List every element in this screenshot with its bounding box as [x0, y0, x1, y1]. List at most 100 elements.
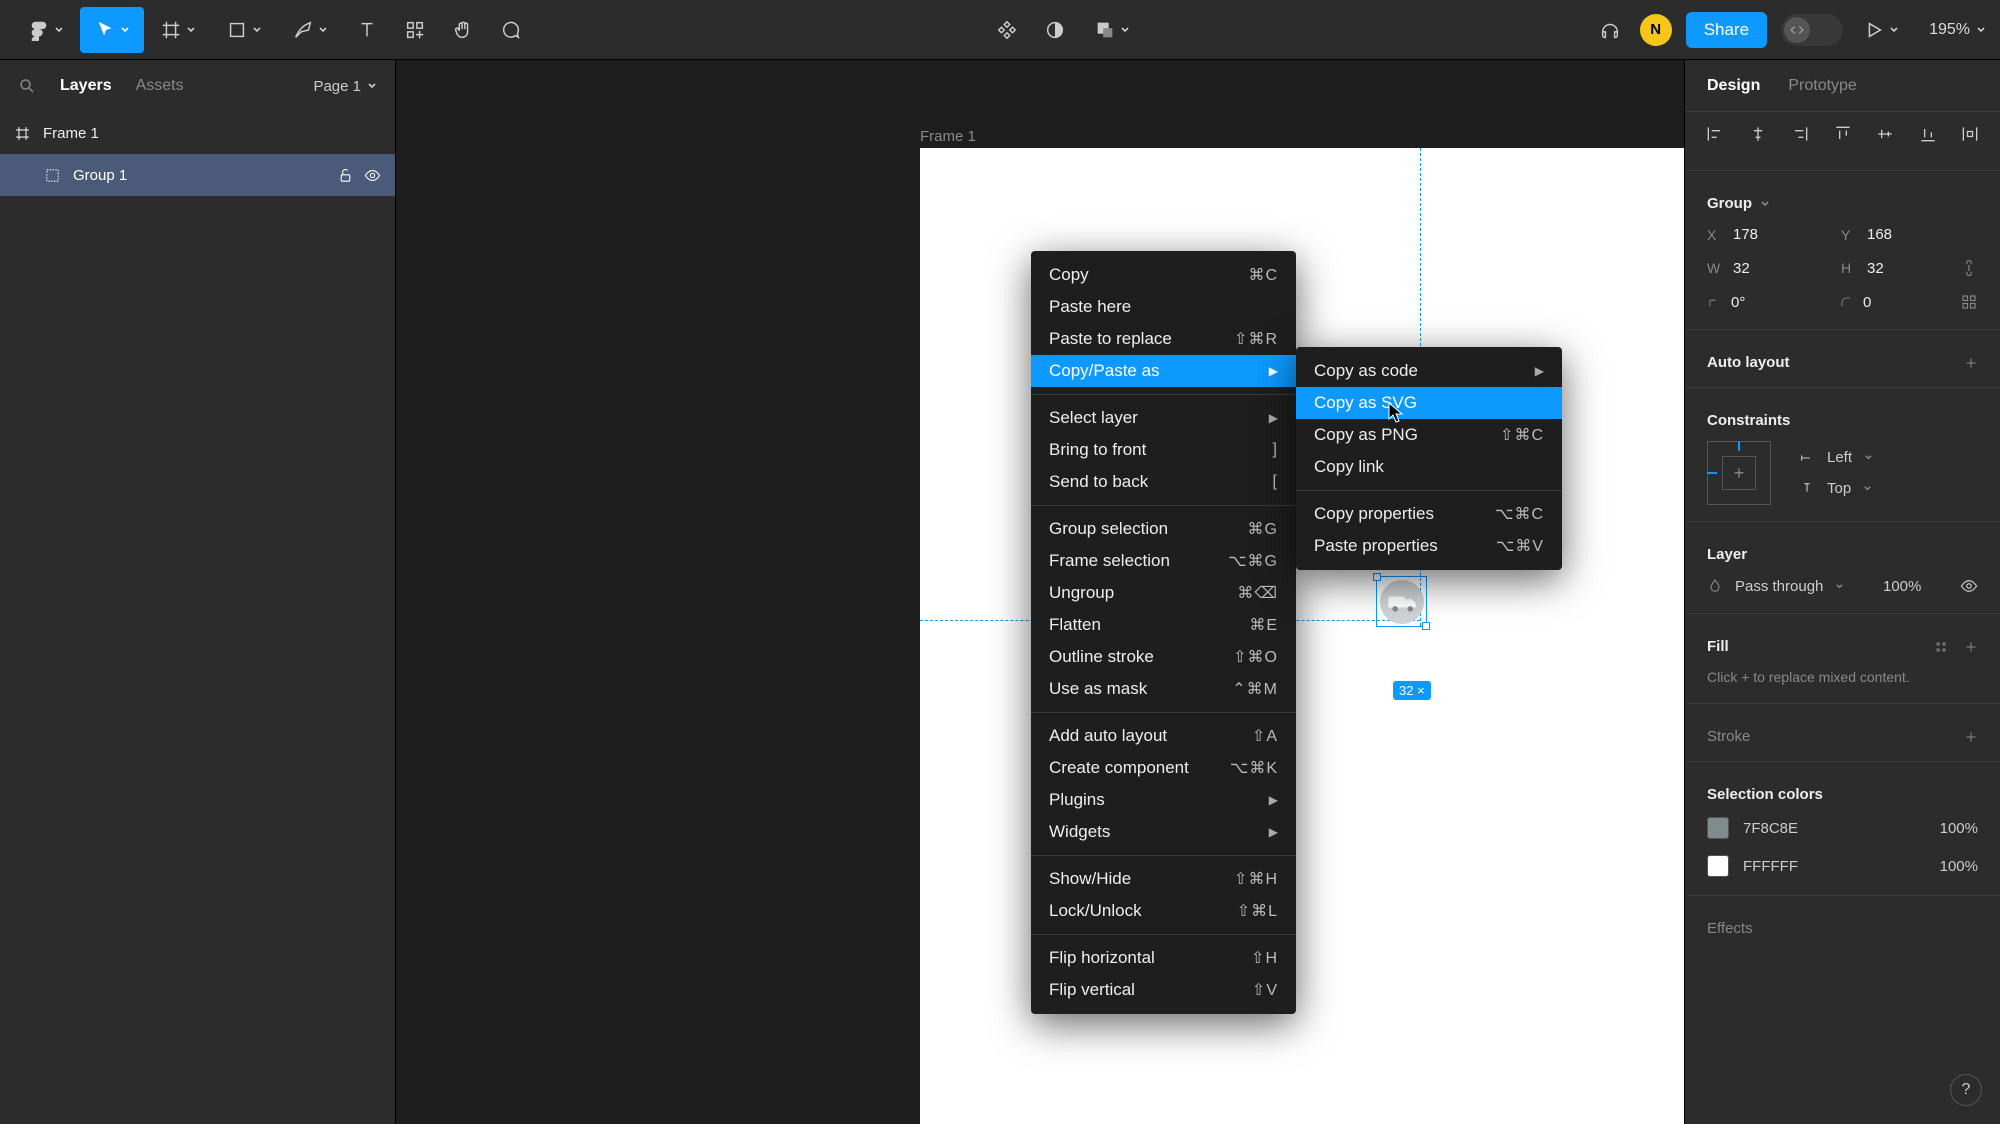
group-heading[interactable]: Group [1707, 195, 1752, 212]
menu-item[interactable]: Copy⌘C [1031, 259, 1296, 291]
frame-label[interactable]: Frame 1 [920, 128, 976, 145]
align-controls [1685, 112, 2000, 160]
tab-prototype[interactable]: Prototype [1788, 77, 1856, 95]
menu-item[interactable]: Create component⌥⌘K [1031, 752, 1296, 784]
menu-item[interactable]: Use as mask⌃⌘M [1031, 673, 1296, 705]
pen-tool-button[interactable] [278, 7, 342, 53]
color2-hex[interactable]: FFFFFF [1743, 858, 1798, 875]
align-bottom-icon[interactable] [1918, 124, 1938, 144]
menu-item[interactable]: Bring to front] [1031, 434, 1296, 466]
audio-button[interactable] [1594, 7, 1626, 53]
menu-item[interactable]: Copy/Paste as▶ [1031, 355, 1296, 387]
zoom-control[interactable]: 195% [1929, 21, 1986, 39]
menu-item[interactable]: Copy properties⌥⌘C [1296, 498, 1562, 530]
mask-toggle-button[interactable] [1032, 7, 1078, 53]
menu-item[interactable]: Flip horizontal⇧H [1031, 942, 1296, 974]
component-insert-button[interactable] [984, 7, 1030, 53]
menu-item[interactable]: Copy as SVG [1296, 387, 1562, 419]
distribute-icon[interactable] [1960, 124, 1980, 144]
unlock-icon[interactable] [337, 167, 354, 184]
align-top-icon[interactable] [1833, 124, 1853, 144]
align-right-icon[interactable] [1790, 124, 1810, 144]
menu-item[interactable]: Ungroup⌘⌫ [1031, 577, 1296, 609]
independent-corners-icon[interactable] [1960, 293, 1978, 311]
resources-button[interactable] [392, 7, 438, 53]
truck-icon[interactable] [1380, 580, 1424, 629]
fill-styles-icon[interactable] [1934, 640, 1948, 654]
help-button[interactable]: ? [1950, 1074, 1982, 1106]
tab-layers[interactable]: Layers [60, 77, 112, 95]
color1-opacity[interactable]: 100% [1940, 820, 1978, 837]
tab-assets[interactable]: Assets [136, 77, 184, 95]
dev-mode-toggle[interactable] [1781, 14, 1843, 46]
page-selector[interactable]: Page 1 [313, 78, 377, 95]
menu-item[interactable]: Flatten⌘E [1031, 609, 1296, 641]
menu-item[interactable]: Send to back[ [1031, 466, 1296, 498]
selection-colors-heading: Selection colors [1707, 786, 1823, 803]
layers-panel: Layers Assets Page 1 Frame 1 Group 1 [0, 60, 396, 1124]
menu-item[interactable]: Lock/Unlock⇧⌘L [1031, 895, 1296, 927]
visibility-icon[interactable] [364, 167, 381, 184]
shape-tool-button[interactable] [212, 7, 276, 53]
menu-item[interactable]: Frame selection⌥⌘G [1031, 545, 1296, 577]
rotation-value[interactable]: 0° [1731, 294, 1785, 311]
constraint-vertical[interactable]: Top [1799, 480, 1873, 497]
menu-item[interactable]: Paste here [1031, 291, 1296, 323]
add-auto-layout-icon[interactable] [1964, 356, 1978, 370]
menu-item[interactable]: Select layer▶ [1031, 402, 1296, 434]
menu-item[interactable]: Widgets▶ [1031, 816, 1296, 848]
constraints-widget[interactable]: + [1707, 441, 1771, 505]
menu-item[interactable]: Outline stroke⇧⌘O [1031, 641, 1296, 673]
color-swatch-2[interactable] [1707, 855, 1729, 877]
y-value[interactable]: 168 [1867, 226, 1921, 243]
constraint-v-value: Top [1827, 480, 1851, 497]
search-icon[interactable] [18, 77, 36, 95]
layer-frame-1[interactable]: Frame 1 [0, 112, 395, 154]
align-vcenter-icon[interactable] [1875, 124, 1895, 144]
h-value[interactable]: 32 [1867, 260, 1921, 277]
blend-mode[interactable]: Pass through [1707, 578, 1844, 595]
text-tool-button[interactable] [344, 7, 390, 53]
menu-item[interactable]: Paste to replace⇧⌘R [1031, 323, 1296, 355]
color2-opacity[interactable]: 100% [1940, 858, 1978, 875]
menu-item[interactable]: Add auto layout⇧A [1031, 720, 1296, 752]
radius-value[interactable]: 0 [1863, 294, 1917, 311]
constrain-proportions-icon[interactable] [1960, 259, 1978, 277]
menu-item[interactable]: Copy as code▶ [1296, 355, 1562, 387]
user-avatar[interactable]: N [1640, 14, 1672, 46]
context-submenu: Copy as code▶Copy as SVGCopy as PNG⇧⌘CCo… [1296, 347, 1562, 570]
add-fill-icon[interactable] [1964, 640, 1978, 654]
menu-item[interactable]: Flip vertical⇧V [1031, 974, 1296, 1006]
x-value[interactable]: 178 [1733, 226, 1787, 243]
menu-item[interactable]: Copy as PNG⇧⌘C [1296, 419, 1562, 451]
comment-tool-button[interactable] [488, 7, 534, 53]
w-value[interactable]: 32 [1733, 260, 1787, 277]
context-menu: Copy⌘CPaste herePaste to replace⇧⌘RCopy/… [1031, 251, 1296, 1014]
add-stroke-icon[interactable] [1964, 730, 1978, 744]
move-tool-button[interactable] [80, 7, 144, 53]
align-left-icon[interactable] [1705, 124, 1725, 144]
menu-item[interactable]: Plugins▶ [1031, 784, 1296, 816]
visibility-icon[interactable] [1960, 577, 1978, 595]
present-button[interactable] [1857, 7, 1905, 53]
color-swatch-1[interactable] [1707, 817, 1729, 839]
figma-menu-button[interactable] [14, 7, 78, 53]
layer-heading: Layer [1707, 546, 1747, 563]
hand-tool-button[interactable] [440, 7, 486, 53]
design-panel: Design Prototype Group X178 Y168 W32 H32… [1684, 60, 2000, 1124]
share-button[interactable]: Share [1686, 12, 1767, 48]
constraint-horizontal[interactable]: Left [1799, 449, 1873, 466]
menu-item[interactable]: Paste properties⌥⌘V [1296, 530, 1562, 562]
menu-item[interactable]: Show/Hide⇧⌘H [1031, 863, 1296, 895]
color1-hex[interactable]: 7F8C8E [1743, 820, 1798, 837]
align-hcenter-icon[interactable] [1748, 124, 1768, 144]
frame-tool-button[interactable] [146, 7, 210, 53]
layer-group-1[interactable]: Group 1 [0, 154, 395, 196]
tab-design[interactable]: Design [1707, 77, 1760, 95]
page-selector-label: Page 1 [313, 78, 361, 95]
menu-item[interactable]: Copy link [1296, 451, 1562, 483]
layer-opacity[interactable]: 100% [1883, 578, 1921, 595]
corner-radius-icon [1839, 295, 1853, 309]
menu-item[interactable]: Group selection⌘G [1031, 513, 1296, 545]
boolean-ops-button[interactable] [1080, 7, 1144, 53]
